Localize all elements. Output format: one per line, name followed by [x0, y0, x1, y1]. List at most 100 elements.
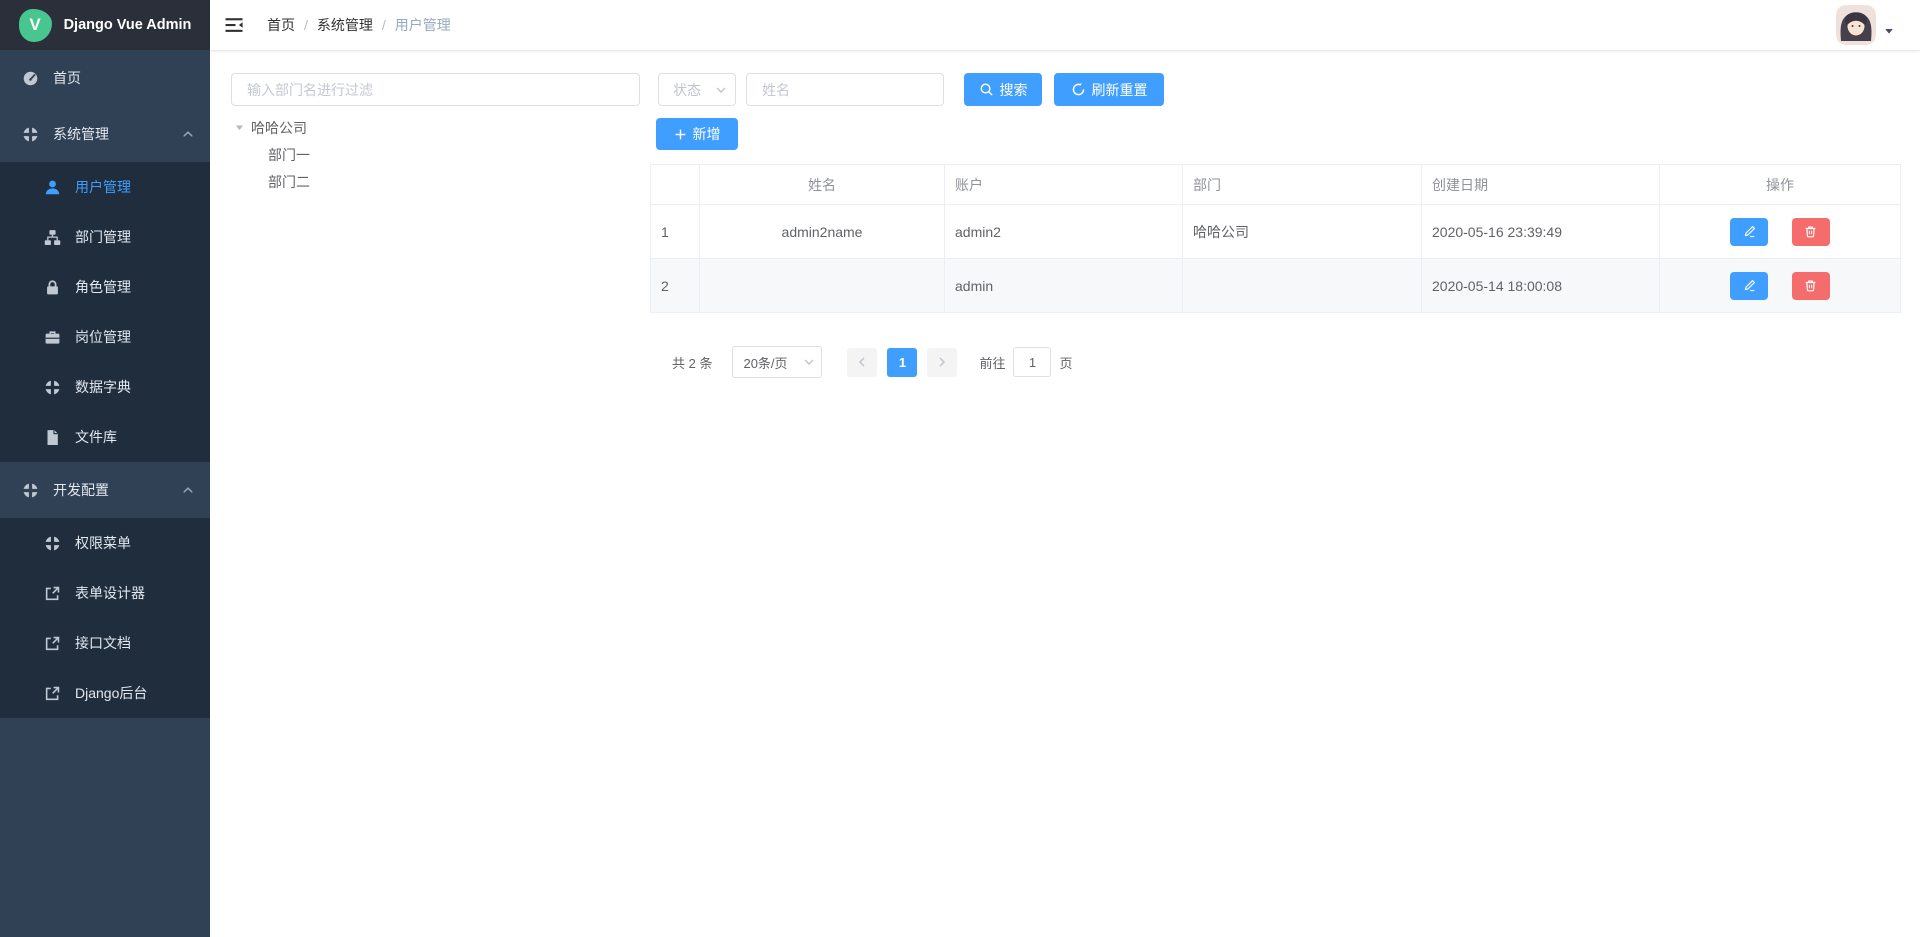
sidebar-item-label: 部门管理 [75, 227, 131, 247]
breadcrumb-home[interactable]: 首页 [267, 15, 295, 35]
sidebar-section-devconfig[interactable]: 开发配置 [0, 462, 210, 518]
page-jumper: 前往 页 [979, 347, 1072, 377]
sidebar-item-dictionary[interactable]: 数据字典 [0, 362, 210, 412]
sidebar-item-api-docs[interactable]: 接口文档 [0, 618, 210, 668]
cell-index: 2 [651, 259, 700, 313]
caret-down-icon[interactable] [235, 123, 244, 132]
sidebar-section-label: 开发配置 [53, 480, 109, 500]
sidebar-item-permission-menu[interactable]: 权限菜单 [0, 518, 210, 568]
dashboard-icon [22, 70, 39, 87]
sidebar-section-label: 系统管理 [53, 124, 109, 144]
sidebar-item-roles[interactable]: 角色管理 [0, 262, 210, 312]
chevron-left-icon [856, 356, 868, 368]
refresh-reset-button[interactable]: 刷新重置 [1054, 73, 1164, 106]
lock-icon [44, 279, 61, 296]
plus-icon [674, 128, 687, 141]
sidebar-menu: 首页 系统管理 用户管理 部门管理 角色管理 [0, 50, 210, 937]
cell-created: 2020-05-14 18:00:08 [1422, 259, 1660, 313]
tree-node-label: 部门二 [268, 172, 310, 192]
chevron-up-icon [182, 128, 194, 140]
col-header-created: 创建日期 [1422, 165, 1660, 205]
breadcrumb: 首页 / 系统管理 / 用户管理 [267, 15, 451, 35]
settings-ring-icon [44, 379, 61, 396]
content-area: 状态 搜索 刷新重置 哈哈公司 部门一 [210, 51, 1920, 937]
sidebar-item-label: 权限菜单 [75, 533, 131, 553]
status-select[interactable]: 状态 [658, 73, 736, 106]
tree-node-label: 哈哈公司 [251, 118, 307, 138]
cell-account: admin [945, 259, 1183, 313]
external-link-icon [44, 635, 61, 652]
chevron-down-icon [715, 84, 727, 96]
delete-button[interactable] [1792, 218, 1830, 246]
tree-node-root[interactable]: 哈哈公司 [231, 114, 631, 141]
tree-node-child[interactable]: 部门二 [231, 168, 631, 195]
caret-down-icon [1884, 26, 1894, 36]
refresh-button-label: 刷新重置 [1092, 80, 1148, 100]
cell-created: 2020-05-16 23:39:49 [1422, 205, 1660, 259]
breadcrumb-current: 用户管理 [395, 15, 451, 35]
main-area: 首页 / 系统管理 / 用户管理 状态 [210, 0, 1920, 937]
sidebar-item-users[interactable]: 用户管理 [0, 162, 210, 212]
chevron-right-icon [936, 356, 948, 368]
pencil-icon [1743, 225, 1756, 238]
trash-icon [1804, 279, 1817, 292]
sidebar-item-home[interactable]: 首页 [0, 50, 210, 106]
sidebar-toggle-icon[interactable] [224, 15, 244, 35]
col-header-name: 姓名 [700, 165, 945, 205]
sidebar-item-label: Django后台 [75, 683, 147, 703]
sidebar-item-positions[interactable]: 岗位管理 [0, 312, 210, 362]
page-number-button[interactable]: 1 [887, 348, 917, 377]
jumper-suffix-label: 页 [1059, 353, 1072, 372]
next-page-button[interactable] [927, 348, 957, 377]
sidebar-item-departments[interactable]: 部门管理 [0, 212, 210, 262]
cell-dept [1183, 259, 1422, 313]
external-link-icon [44, 685, 61, 702]
chevron-down-icon [803, 356, 815, 368]
app-logo[interactable]: V Django Vue Admin [0, 0, 210, 50]
sidebar-item-django-admin[interactable]: Django后台 [0, 668, 210, 718]
tree-node-child[interactable]: 部门一 [231, 141, 631, 168]
sidebar-item-label: 接口文档 [75, 633, 131, 653]
breadcrumb-system[interactable]: 系统管理 [317, 15, 373, 35]
add-button[interactable]: 新增 [656, 118, 738, 150]
sidebar-item-label: 首页 [53, 68, 81, 88]
name-filter-input[interactable] [746, 73, 944, 106]
sidebar-item-label: 角色管理 [75, 277, 131, 297]
file-icon [44, 429, 61, 446]
col-header-index [651, 165, 700, 205]
jumper-input[interactable] [1013, 347, 1051, 377]
page-size-select[interactable]: 20条/页 [732, 346, 822, 378]
vue-logo-icon: V [19, 9, 52, 42]
prev-page-button[interactable] [847, 348, 877, 377]
table-row: 1 admin2name admin2 哈哈公司 2020-05-16 23:3… [651, 205, 1901, 259]
chevron-up-icon [182, 484, 194, 496]
department-filter-input[interactable] [231, 73, 640, 106]
pagination-total: 共 2 条 [672, 353, 712, 372]
org-tree-icon [44, 229, 61, 246]
sidebar-section-system[interactable]: 系统管理 [0, 106, 210, 162]
sidebar: V Django Vue Admin 首页 系统管理 用户管理 部门 [0, 0, 210, 937]
external-link-icon [44, 585, 61, 602]
search-button[interactable]: 搜索 [964, 73, 1042, 106]
jumper-prefix-label: 前往 [979, 353, 1005, 372]
page-size-value: 20条/页 [743, 353, 787, 372]
department-tree: 哈哈公司 部门一 部门二 [231, 114, 631, 195]
user-menu[interactable] [1836, 5, 1894, 45]
sidebar-item-label: 表单设计器 [75, 583, 145, 603]
table-header-row: 姓名 账户 部门 创建日期 操作 [651, 165, 1901, 205]
cell-actions [1660, 205, 1901, 259]
delete-button[interactable] [1792, 272, 1830, 300]
settings-ring-icon [22, 126, 39, 143]
edit-button[interactable] [1730, 218, 1768, 246]
sidebar-item-label: 岗位管理 [75, 327, 131, 347]
app-title: Django Vue Admin [64, 17, 192, 33]
pencil-icon [1743, 279, 1756, 292]
refresh-icon [1071, 82, 1086, 97]
cell-index: 1 [651, 205, 700, 259]
sidebar-item-form-designer[interactable]: 表单设计器 [0, 568, 210, 618]
edit-button[interactable] [1730, 272, 1768, 300]
avatar [1836, 5, 1876, 45]
sidebar-item-files[interactable]: 文件库 [0, 412, 210, 462]
cell-dept: 哈哈公司 [1183, 205, 1422, 259]
search-icon [979, 82, 994, 97]
